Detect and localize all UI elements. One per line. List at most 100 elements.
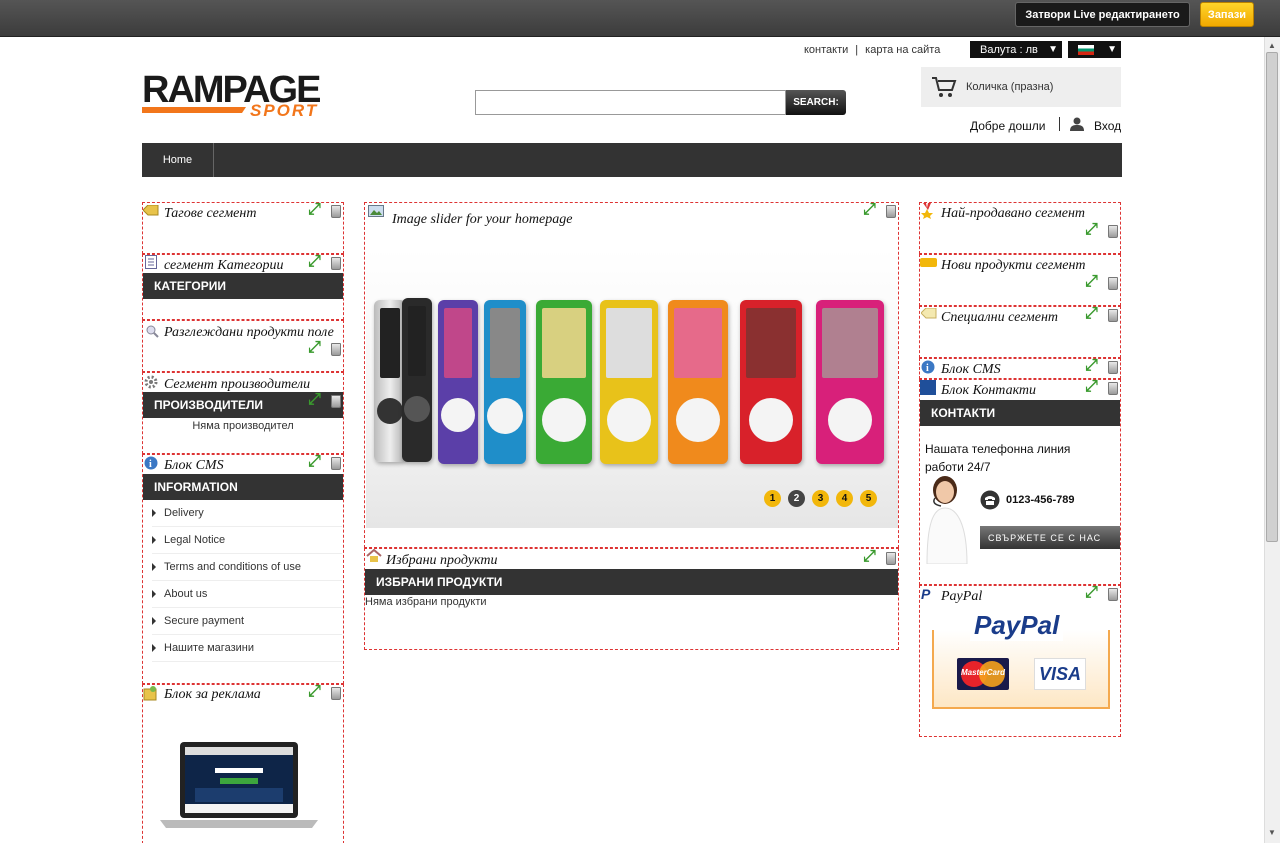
info-link-about[interactable]: About us (152, 581, 342, 608)
delete-icon[interactable] (331, 342, 341, 356)
info-link-secure-payment[interactable]: Secure payment (152, 608, 342, 635)
cart-label: Количка (празна) (966, 81, 1054, 93)
move-icon[interactable] (1085, 584, 1101, 602)
advertising-laptop-image[interactable] (160, 742, 318, 831)
cart-block[interactable]: Количка (празна) (921, 67, 1121, 107)
scroll-down-icon[interactable]: ▼ (1266, 826, 1278, 838)
delete-icon[interactable] (1108, 587, 1118, 601)
phone-icon (980, 490, 1000, 513)
new-products-title: Нови продукти сегмент (941, 258, 1086, 273)
login-link[interactable]: Вход (1094, 119, 1121, 133)
close-live-edit-button[interactable]: Затвори Live редактирането (1015, 2, 1190, 27)
info-link-terms[interactable]: Terms and conditions of use (152, 554, 342, 581)
info-link-stores[interactable]: Нашите магазини (152, 635, 342, 662)
info-link-label: Terms and conditions of use (164, 561, 301, 573)
visa-logo: VISA (1034, 658, 1086, 690)
advertising-block-title: Блок за реклама (164, 687, 261, 702)
contact-card-icon (920, 380, 936, 395)
mastercard-logo: MasterCard (957, 658, 1009, 690)
svg-text:i: i (926, 363, 929, 374)
search-button[interactable]: SEARCH: (786, 90, 846, 115)
new-badge-icon (920, 258, 937, 267)
tag-icon (142, 204, 159, 219)
nav-home[interactable]: Home (142, 143, 214, 177)
magnifier-icon (145, 324, 159, 338)
info-link-label: About us (164, 588, 208, 600)
bulgarian-flag-icon (1078, 44, 1094, 55)
move-icon[interactable] (308, 253, 324, 271)
move-icon[interactable] (1085, 357, 1101, 375)
specials-title: Специални сегмент (941, 310, 1059, 325)
move-icon[interactable] (308, 683, 324, 701)
info-icon: i (144, 456, 158, 470)
move-icon[interactable] (1085, 273, 1101, 291)
move-icon[interactable] (863, 201, 879, 219)
delete-icon[interactable] (1108, 308, 1118, 322)
dropdown-arrow-icon: ▼ (1048, 44, 1058, 55)
paypal-logo: PayPal (970, 610, 1064, 641)
slider-page-3[interactable]: 3 (812, 490, 829, 507)
currency-select[interactable]: Валута : лв ▼ (970, 41, 1062, 58)
featured-products-title: Избрани продукти (386, 553, 498, 568)
delete-icon[interactable] (1108, 360, 1118, 374)
cart-icon (932, 77, 957, 97)
delete-icon[interactable] (331, 394, 341, 408)
paypal-icon: P (921, 586, 931, 602)
medal-icon (920, 203, 934, 219)
info-link-delivery[interactable]: Delivery (152, 500, 342, 527)
info-link-label: Нашите магазини (164, 642, 254, 654)
delete-icon[interactable] (331, 256, 341, 270)
image-icon (368, 205, 384, 219)
info-icon: i (921, 360, 935, 374)
delete-icon[interactable] (331, 686, 341, 700)
welcome-text: Добре дошли (970, 119, 1046, 133)
puzzle-icon (143, 685, 157, 701)
categories-block-title: сегмент Категории (164, 258, 284, 273)
move-icon[interactable] (308, 201, 324, 219)
featured-products-heading[interactable]: ИЗБРАНИ ПРОДУКТИ (365, 569, 898, 595)
phone-number: 0123-456-789 (1006, 494, 1075, 506)
move-icon[interactable] (308, 453, 324, 471)
ipod-purple (438, 300, 478, 464)
move-icon[interactable] (308, 391, 324, 409)
delete-icon[interactable] (886, 551, 896, 565)
sitemap-link[interactable]: карта на сайта (865, 44, 940, 56)
image-slider-title: Image slider for your homepage (392, 212, 573, 227)
language-select[interactable]: ▼ (1068, 41, 1121, 58)
ipod-blue (484, 300, 526, 464)
info-link-legal[interactable]: Legal Notice (152, 527, 342, 554)
cms-block-right-title: Блок CMS (941, 362, 1001, 377)
move-icon[interactable] (1085, 378, 1101, 396)
main-navigation (142, 143, 1122, 177)
move-icon[interactable] (1085, 305, 1101, 323)
move-icon[interactable] (1085, 221, 1101, 239)
contacts-link[interactable]: контакти (804, 44, 848, 56)
scrollbar-thumb[interactable] (1266, 52, 1278, 542)
scroll-up-icon[interactable]: ▲ (1266, 39, 1278, 51)
info-link-label: Delivery (164, 507, 204, 519)
delete-icon[interactable] (331, 456, 341, 470)
move-icon[interactable] (308, 339, 324, 357)
information-heading[interactable]: INFORMATION (143, 474, 343, 500)
slider-image[interactable] (366, 248, 898, 528)
site-logo[interactable]: RAMPAGE SPORT (142, 69, 354, 120)
categories-heading[interactable]: КАТЕГОРИИ (143, 273, 343, 299)
delete-icon[interactable] (1108, 276, 1118, 290)
slider-page-1[interactable]: 1 (764, 490, 781, 507)
info-link-label: Legal Notice (164, 534, 226, 546)
slider-page-2[interactable]: 2 (788, 490, 805, 507)
delete-icon[interactable] (886, 204, 896, 218)
slider-page-5[interactable]: 5 (860, 490, 877, 507)
delete-icon[interactable] (1108, 224, 1118, 238)
contact-us-button[interactable]: СВЪРЖЕТЕ СЕ С НАС (980, 526, 1120, 549)
move-icon[interactable] (863, 548, 879, 566)
save-button[interactable]: Запази (1200, 2, 1254, 27)
contact-heading[interactable]: КОНТАКТИ (920, 400, 1120, 426)
search-input[interactable] (475, 90, 786, 115)
divider (1059, 117, 1060, 131)
slider-page-4[interactable]: 4 (836, 490, 853, 507)
document-icon (145, 255, 159, 269)
delete-icon[interactable] (1108, 381, 1118, 395)
delete-icon[interactable] (331, 204, 341, 218)
dropdown-arrow-icon: ▼ (1107, 44, 1117, 55)
